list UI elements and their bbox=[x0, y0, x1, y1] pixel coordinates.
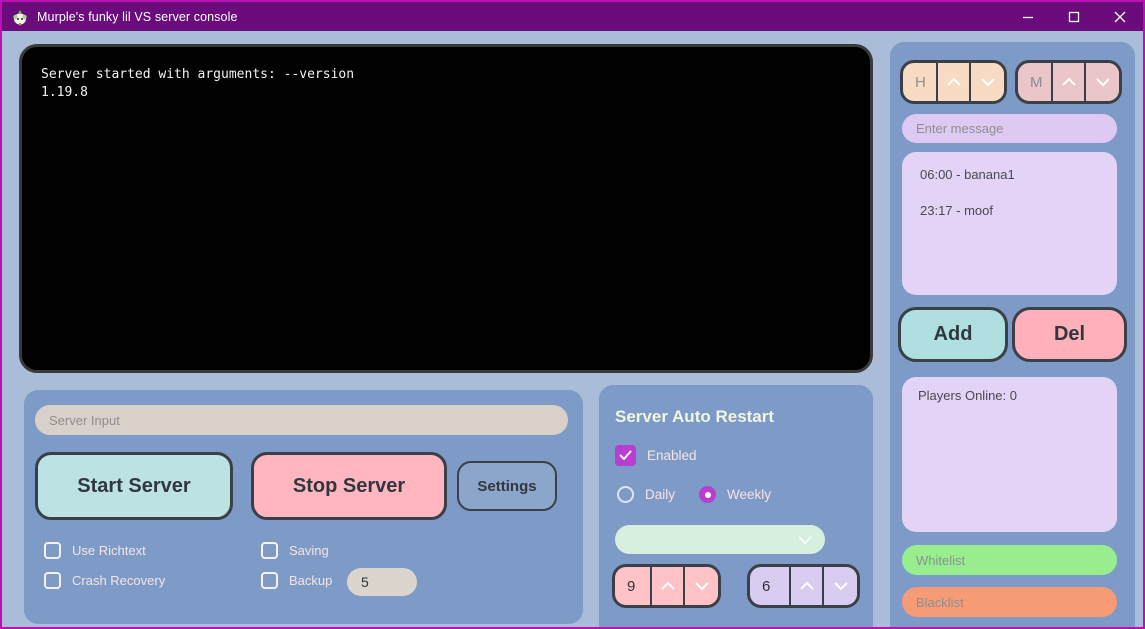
spinner-value[interactable]: H bbox=[903, 63, 938, 101]
whitelist-input[interactable] bbox=[902, 545, 1117, 575]
spinner-down-button[interactable] bbox=[824, 567, 857, 605]
auto-restart-panel: Server Auto Restart Enabled Daily Weekly… bbox=[599, 385, 873, 629]
radio-dot bbox=[705, 492, 711, 498]
checkbox-label: Crash Recovery bbox=[72, 573, 165, 588]
checkbox-crash-recovery[interactable]: Crash Recovery bbox=[44, 572, 165, 589]
checkbox-saving[interactable]: Saving bbox=[261, 542, 329, 559]
app-icon bbox=[11, 8, 29, 26]
delete-message-button[interactable]: Del bbox=[1012, 307, 1127, 362]
radio-label: Daily bbox=[645, 487, 675, 502]
chevron-up-icon bbox=[799, 581, 815, 591]
checkbox-box[interactable] bbox=[615, 445, 636, 466]
message-input[interactable] bbox=[902, 114, 1117, 143]
maximize-icon bbox=[1068, 11, 1080, 23]
stop-server-button[interactable]: Stop Server bbox=[251, 452, 447, 520]
enabled-checkbox[interactable]: Enabled bbox=[615, 445, 697, 466]
messages-players-panel: H M 06:00 - banana1 23:17 - moof Add Del bbox=[890, 42, 1135, 629]
console-output[interactable]: Server started with arguments: --version… bbox=[19, 44, 873, 373]
checkbox-box[interactable] bbox=[261, 572, 278, 589]
maximize-button[interactable] bbox=[1051, 2, 1097, 31]
players-online-header: Players Online: 0 bbox=[918, 388, 1101, 403]
checkbox-box[interactable] bbox=[44, 572, 61, 589]
spinner-value[interactable]: M bbox=[1018, 63, 1053, 101]
checkbox-box[interactable] bbox=[261, 542, 278, 559]
auto-restart-title: Server Auto Restart bbox=[615, 407, 774, 427]
checkbox-box[interactable] bbox=[44, 542, 61, 559]
restart-day-dropdown[interactable] bbox=[615, 525, 825, 554]
check-icon bbox=[619, 450, 632, 461]
radio-circle[interactable] bbox=[617, 486, 634, 503]
minimize-button[interactable] bbox=[1005, 2, 1051, 31]
spinner-down-button[interactable] bbox=[1086, 63, 1119, 101]
window-controls bbox=[1005, 2, 1143, 31]
radio-label: Weekly bbox=[727, 487, 771, 502]
add-message-button[interactable]: Add bbox=[898, 307, 1008, 362]
window-title: Murple's funky lil VS server console bbox=[37, 10, 238, 24]
chevron-down-icon bbox=[833, 581, 849, 591]
checkbox-label: Saving bbox=[289, 543, 329, 558]
chevron-down-icon bbox=[980, 77, 996, 87]
backup-count-input[interactable] bbox=[347, 568, 417, 596]
list-item[interactable]: 06:00 - banana1 bbox=[920, 167, 1099, 182]
checkbox-label: Backup bbox=[289, 573, 332, 588]
chevron-up-icon bbox=[946, 77, 962, 87]
chevron-down-icon bbox=[1095, 77, 1111, 87]
chevron-up-icon bbox=[1061, 77, 1077, 87]
titlebar: Murple's funky lil VS server console bbox=[2, 2, 1143, 31]
spinner-value[interactable]: 9 bbox=[615, 567, 652, 605]
settings-button[interactable]: Settings bbox=[457, 461, 557, 511]
enabled-label: Enabled bbox=[647, 448, 697, 463]
checkbox-backup[interactable]: Backup bbox=[261, 572, 332, 589]
minimize-icon bbox=[1022, 11, 1034, 23]
checkbox-label: Use Richtext bbox=[72, 543, 146, 558]
start-server-button[interactable]: Start Server bbox=[35, 452, 233, 520]
chevron-down-icon bbox=[694, 581, 710, 591]
spinner-down-button[interactable] bbox=[685, 567, 718, 605]
close-icon bbox=[1114, 11, 1126, 23]
close-button[interactable] bbox=[1097, 2, 1143, 31]
message-hour-spinner: H bbox=[900, 60, 1007, 104]
blacklist-input[interactable] bbox=[902, 587, 1117, 617]
chevron-down-icon bbox=[797, 535, 813, 545]
app-window: Murple's funky lil VS server console Ser… bbox=[0, 0, 1145, 629]
spinner-up-button[interactable] bbox=[652, 567, 685, 605]
chevron-up-icon bbox=[660, 581, 676, 591]
spinner-up-button[interactable] bbox=[938, 63, 971, 101]
players-online-list[interactable]: Players Online: 0 bbox=[902, 377, 1117, 532]
radio-daily[interactable]: Daily bbox=[617, 486, 675, 503]
server-control-panel: Start Server Stop Server Settings Use Ri… bbox=[24, 390, 583, 624]
scheduled-messages-list[interactable]: 06:00 - banana1 23:17 - moof bbox=[902, 152, 1117, 295]
spinner-down-button[interactable] bbox=[971, 63, 1004, 101]
radio-weekly[interactable]: Weekly bbox=[699, 486, 771, 503]
restart-hour-spinner: 9 bbox=[612, 564, 721, 608]
checkbox-use-richtext[interactable]: Use Richtext bbox=[44, 542, 146, 559]
list-item[interactable]: 23:17 - moof bbox=[920, 203, 1099, 218]
spinner-value[interactable]: 6 bbox=[750, 567, 791, 605]
server-input[interactable] bbox=[35, 405, 568, 435]
message-minute-spinner: M bbox=[1015, 60, 1122, 104]
spinner-up-button[interactable] bbox=[791, 567, 824, 605]
radio-circle[interactable] bbox=[699, 486, 716, 503]
restart-minute-spinner: 6 bbox=[747, 564, 860, 608]
spinner-up-button[interactable] bbox=[1053, 63, 1086, 101]
